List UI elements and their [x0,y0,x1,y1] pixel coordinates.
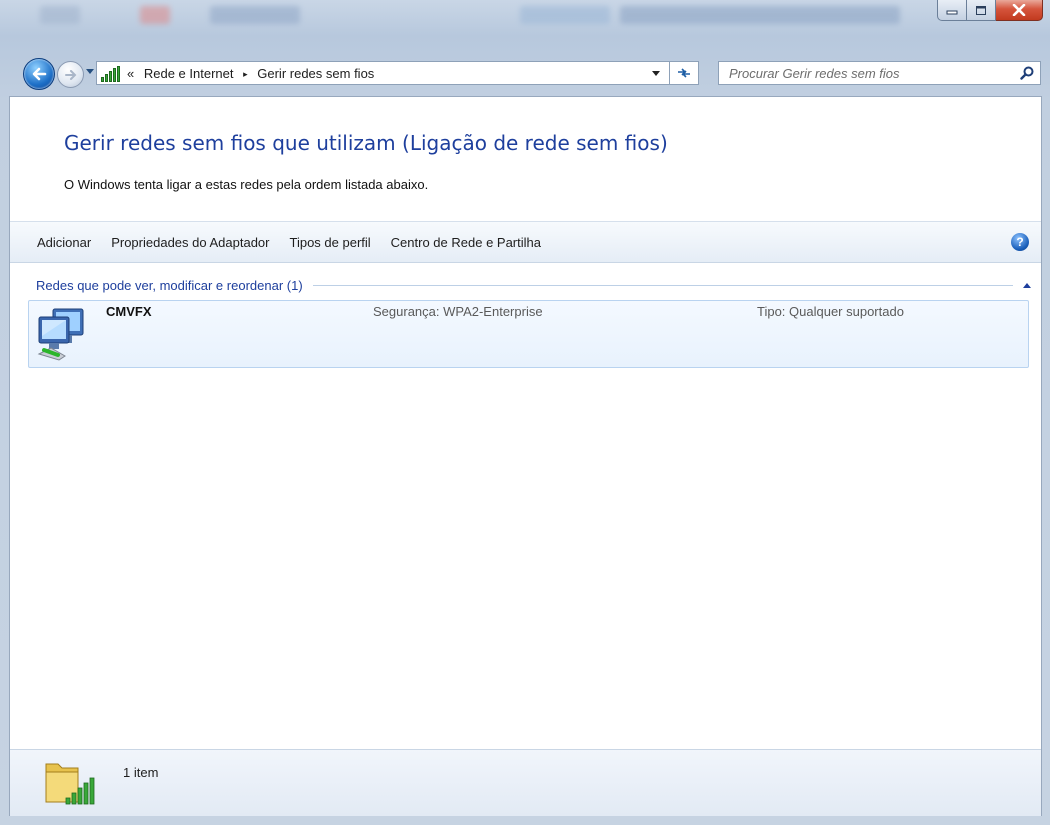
refresh-icon [678,68,690,78]
network-security: Segurança: WPA2-Enterprise [373,304,543,319]
network-sharing-center-button[interactable]: Centro de Rede e Partilha [391,235,541,250]
window-frame: « Rede e Internet ▸ Gerir redes sem fios… [0,0,1050,825]
adapter-properties-button[interactable]: Propriedades do Adaptador [111,235,269,250]
search-button[interactable] [1014,62,1040,84]
titlebar-blur [520,6,610,24]
close-button[interactable] [996,0,1043,21]
add-button[interactable]: Adicionar [37,235,91,250]
network-computers-icon [37,308,84,361]
refresh-button[interactable] [669,62,698,84]
titlebar-blur [40,6,80,24]
content-pane: Gerir redes sem fios que utilizam (Ligaç… [9,96,1042,816]
network-name: CMVFX [106,304,152,319]
close-icon [1012,4,1026,16]
help-icon[interactable]: ? [1011,233,1029,251]
titlebar-blur [210,6,300,24]
wireless-folder-icon [45,763,95,805]
titlebar-blur [140,6,170,24]
back-arrow-icon [32,67,47,81]
group-header[interactable]: Redes que pode ver, modificar e reordena… [36,277,1031,293]
search-input[interactable] [719,64,1014,82]
minimize-icon [946,10,958,15]
page-subtitle: O Windows tenta ligar a estas redes pela… [64,177,429,192]
page-title: Gerir redes sem fios que utilizam (Ligaç… [64,131,668,155]
breadcrumb-rede-e-internet[interactable]: Rede e Internet [144,66,234,81]
breadcrumb-overflow[interactable]: « [127,66,134,81]
forward-arrow-icon [64,69,76,80]
command-bar: Adicionar Propriedades do Adaptador Tipo… [10,221,1041,263]
forward-button[interactable] [57,61,84,88]
chevron-up-icon[interactable] [1023,282,1031,288]
network-type: Tipo: Qualquer suportado [757,304,904,319]
address-bar[interactable]: « Rede e Internet ▸ Gerir redes sem fios [96,61,699,85]
breadcrumb-gerir-redes[interactable]: Gerir redes sem fios [257,66,374,81]
breadcrumb: « Rede e Internet ▸ Gerir redes sem fios [127,66,374,81]
item-count: 1 item [123,765,159,780]
network-list-item[interactable]: CMVFX Segurança: WPA2-Enterprise Tipo: Q… [28,300,1029,368]
titlebar-blur [620,6,900,24]
search-icon [1020,66,1034,80]
breadcrumb-separator[interactable]: ▸ [243,69,248,79]
group-label: Redes que pode ver, modificar e reordena… [36,277,303,293]
recent-pages-dropdown-icon[interactable] [86,69,94,74]
group-divider [312,284,1013,286]
minimize-button[interactable] [937,0,967,21]
maximize-icon [976,5,986,15]
search-box [718,61,1041,85]
back-button[interactable] [23,58,55,90]
profile-types-button[interactable]: Tipos de perfil [290,235,371,250]
status-bar: 1 item [10,749,1041,816]
network-signal-icon [101,64,121,82]
address-dropdown-icon[interactable] [652,71,660,76]
caption-buttons [937,0,1043,22]
maximize-button[interactable] [967,0,996,21]
